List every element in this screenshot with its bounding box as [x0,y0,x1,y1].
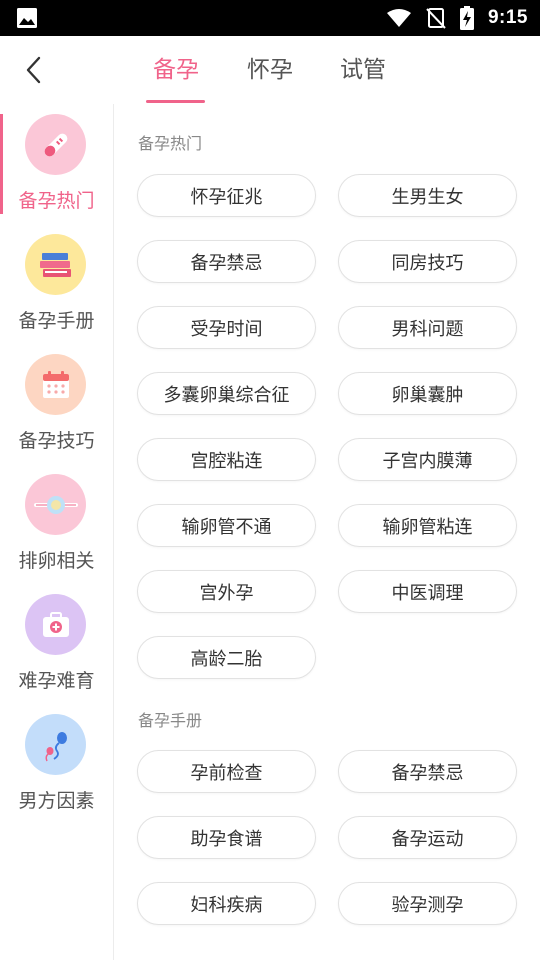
wifi-icon [386,9,411,27]
tab-shiguan[interactable]: 试管 [323,54,403,86]
topic-pill[interactable]: 同房技巧 [338,240,517,283]
topic-pill[interactable]: 妇科疾病 [137,882,316,925]
topic-pill[interactable]: 受孕时间 [137,306,316,349]
topic-pill[interactable]: 高龄二胎 [137,636,316,679]
no-signal-icon [426,8,446,29]
section-title-manual: 备孕手册 [138,711,203,730]
sidebar-item-label: 难孕难育 [18,670,95,692]
sidebar-item-label: 备孕技巧 [18,430,95,452]
topic-pill[interactable]: 宫腔粘连 [137,438,316,481]
topic-pill[interactable]: 多囊卵巢综合征 [137,372,316,415]
sidebar-item-label: 排卵相关 [18,550,95,572]
top-tab-bar: 备孕 怀孕 试管 [0,36,540,104]
sidebar-item-manual[interactable]: 备孕手册 [0,224,113,342]
status-bar: 9:15 [0,0,540,36]
books-icon [25,234,86,295]
sidebar-item-infertility[interactable]: 难孕难育 [0,584,113,702]
topic-pill[interactable]: 中医调理 [338,570,517,613]
sidebar-item-label: 男方因素 [18,790,95,812]
sidebar-item-hot[interactable]: 备孕热门 [0,104,113,222]
topic-pill[interactable]: 子宫内膜薄 [338,438,517,481]
medical-kit-icon [25,594,86,655]
tab-huaiyun[interactable]: 怀孕 [230,54,310,86]
topic-pill[interactable]: 输卵管不通 [137,504,316,547]
pregnancy-test-icon [25,114,86,175]
chevron-left-icon [26,56,41,84]
topic-pill[interactable]: 备孕禁忌 [137,240,316,283]
calendar-icon [25,354,86,415]
topic-pill[interactable]: 输卵管粘连 [338,504,517,547]
clock-time: 9:15 [487,7,528,28]
ovulation-icon [25,474,86,535]
topic-pill[interactable]: 备孕运动 [338,816,517,859]
sidebar-item-label: 备孕热门 [18,190,95,212]
image-icon [17,8,37,28]
sidebar-item-label: 备孕手册 [18,310,95,332]
sidebar-item-tips[interactable]: 备孕技巧 [0,344,113,462]
sidebar-item-ovulation[interactable]: 排卵相关 [0,464,113,582]
battery-charging-icon [459,6,474,30]
topic-pill[interactable]: 生男生女 [338,174,517,217]
tab-beiyun[interactable]: 备孕 [136,54,216,86]
topic-pill[interactable]: 备孕禁忌 [338,750,517,793]
topic-pill[interactable]: 男科问题 [338,306,517,349]
back-button[interactable] [18,54,48,86]
section-title-hot: 备孕热门 [138,134,203,153]
topic-pill[interactable]: 孕前检查 [137,750,316,793]
topic-pill[interactable]: 宫外孕 [137,570,316,613]
topic-pill[interactable]: 验孕测孕 [338,882,517,925]
topic-pill[interactable]: 怀孕征兆 [137,174,316,217]
content-panel: 备孕热门 怀孕征兆 生男生女 备孕禁忌 同房技巧 受孕时间 男科问题 多囊卵巢综… [114,104,540,960]
active-tab-indicator [146,100,205,103]
topic-pill[interactable]: 助孕食谱 [137,816,316,859]
topic-pill[interactable]: 卵巢囊肿 [338,372,517,415]
category-sidebar: 备孕热门 备孕手册 备孕技巧 排卵相关 难孕难育 男方因素 [0,104,114,960]
sidebar-item-male[interactable]: 男方因素 [0,704,113,822]
sperm-icon [25,714,86,775]
